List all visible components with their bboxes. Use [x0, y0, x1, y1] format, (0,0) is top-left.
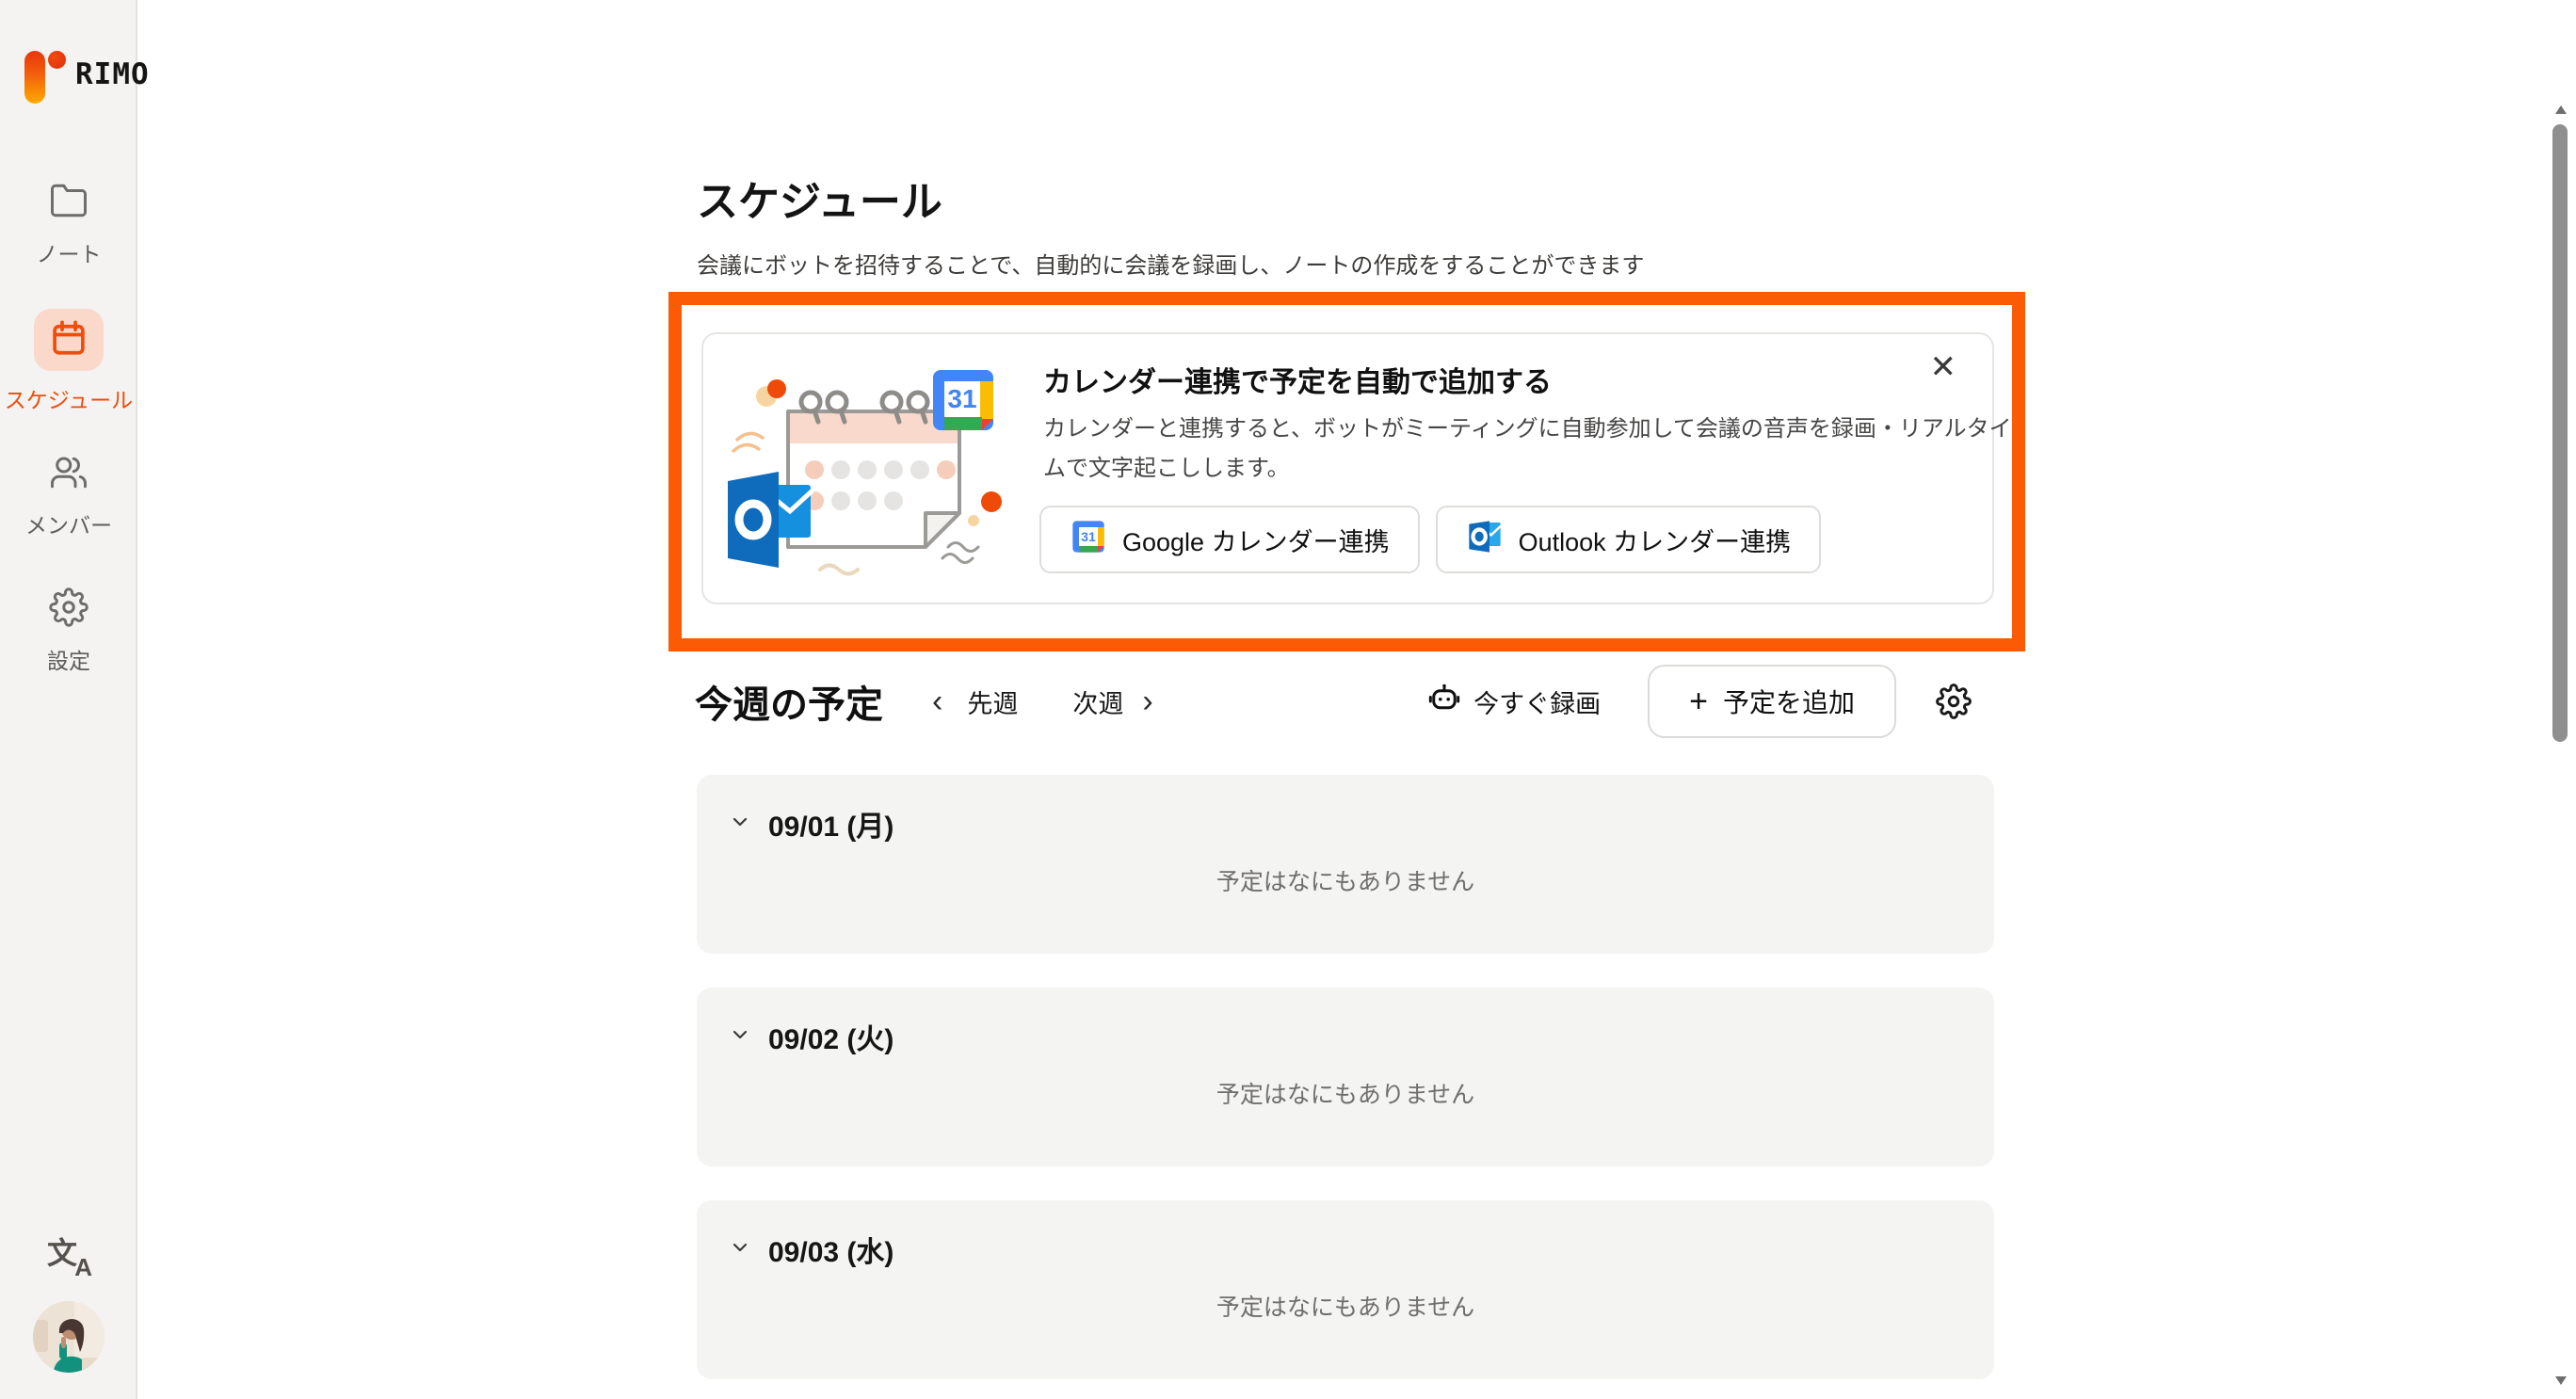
day-card: 09/02 (火) 予定はなにもありません — [697, 988, 1994, 1166]
google-calendar-icon: 31 — [933, 370, 993, 430]
prev-week-link[interactable]: 先週 — [967, 683, 1018, 720]
svg-text:31: 31 — [1081, 530, 1096, 545]
rimo-logo[interactable]: RIMO — [24, 45, 150, 104]
day-card: 09/03 (水) 予定はなにもありません — [697, 1200, 1994, 1379]
close-icon[interactable]: ✕ — [1930, 351, 1957, 383]
record-now-label: 今すぐ録画 — [1473, 683, 1601, 720]
scrollbar-thumb[interactable] — [2552, 124, 2568, 742]
record-now-button[interactable]: 今すぐ録画 — [1427, 682, 1601, 722]
sidebar-item-notes[interactable]: ノート — [0, 181, 137, 268]
avatar — [33, 1301, 105, 1373]
scroll-down-arrow[interactable] — [2555, 1376, 2567, 1385]
sidebar-item-label: ノート — [37, 236, 102, 268]
empty-state-text: 予定はなにもありません — [697, 1076, 1994, 1110]
rimo-logo-icon — [24, 45, 66, 104]
sidebar-item-schedule[interactable]: スケジュール — [0, 309, 137, 414]
svg-text:31: 31 — [947, 384, 976, 413]
banner-buttons: 31 Google カレンダー連携 Outlook カレンダ — [1039, 506, 1821, 573]
calendar-sync-banner-highlight: 31 カレンダー連携で予定を自 — [668, 292, 2025, 651]
google-calendar-icon: 31 — [1070, 518, 1107, 562]
day-card-toggle[interactable]: 09/02 (火) — [697, 988, 1994, 1057]
chevron-down-icon — [729, 811, 751, 838]
robot-icon — [1427, 682, 1461, 722]
calendar-illustration: 31 — [716, 353, 1027, 587]
add-event-button[interactable]: + 予定を追加 — [1648, 665, 1896, 738]
day-card-toggle[interactable]: 09/01 (月) — [697, 775, 1994, 844]
chevron-right-icon[interactable]: › — [1138, 685, 1156, 717]
empty-state-text: 予定はなにもありません — [697, 1289, 1994, 1323]
calendar-sync-card: 31 カレンダー連携で予定を自 — [701, 332, 1994, 604]
schedule-settings-button[interactable] — [1936, 683, 1972, 719]
day-date: 09/01 (月) — [768, 803, 894, 844]
translate-icon: 文 A — [47, 1233, 90, 1277]
day-date: 09/03 (水) — [768, 1229, 894, 1270]
sidebar-item-members[interactable]: メンバー — [0, 452, 137, 539]
users-icon — [49, 452, 89, 496]
outlook-calendar-connect-button[interactable]: Outlook カレンダー連携 — [1436, 506, 1822, 573]
vertical-scrollbar — [2552, 0, 2570, 1399]
week-header-row: 今週の予定 ‹ 先週 次週 › — [695, 661, 1994, 742]
sidebar-item-label: スケジュール — [5, 382, 133, 414]
gear-icon — [49, 587, 89, 632]
sidebar-item-settings[interactable]: 設定 — [0, 587, 137, 675]
day-date: 09/02 (火) — [768, 1016, 894, 1057]
chevron-down-icon — [729, 1236, 751, 1263]
week-actions: 今すぐ録画 + 予定を追加 — [1427, 665, 1994, 738]
folder-icon — [49, 181, 89, 225]
user-avatar[interactable] — [0, 1301, 137, 1373]
sidebar-item-label: 設定 — [47, 643, 90, 675]
day-card: 09/01 (月) 予定はなにもありません — [697, 775, 1994, 954]
schedule-page: RIMO ノート スケジュール — [0, 0, 2576, 1399]
day-card-toggle[interactable]: 09/03 (水) — [697, 1200, 1994, 1270]
empty-state-text: 予定はなにもありません — [697, 863, 1994, 897]
calendar-icon — [49, 318, 89, 362]
banner-description: カレンダーと連携すると、ボットがミーティングに自動参加して会議の音声を録画・リア… — [1043, 410, 2018, 489]
page-subtitle: 会議にボットを招待することで、自動的に会議を録画し、ノートの作成をすることができ… — [697, 247, 1644, 280]
plus-icon: + — [1689, 685, 1708, 717]
next-week-link[interactable]: 次週 — [1072, 683, 1123, 720]
page-title: スケジュール — [697, 168, 942, 228]
add-event-label: 予定を追加 — [1723, 683, 1855, 720]
chevron-left-icon[interactable]: ‹ — [928, 685, 946, 717]
rimo-logo-text: RIMO — [75, 45, 150, 104]
outlook-icon — [1466, 518, 1504, 562]
button-label: Google カレンダー連携 — [1122, 522, 1390, 558]
outlook-icon — [728, 472, 813, 568]
scroll-up-arrow[interactable] — [2555, 105, 2567, 114]
banner-title: カレンダー連携で予定を自動で追加する — [1043, 359, 1552, 400]
week-heading: 今週の予定 — [695, 674, 883, 729]
sidebar: RIMO ノート スケジュール — [0, 0, 137, 1399]
google-calendar-connect-button[interactable]: 31 Google カレンダー連携 — [1039, 506, 1420, 573]
week-navigation: ‹ 先週 次週 › — [928, 683, 1157, 720]
chevron-down-icon — [729, 1023, 751, 1051]
active-pill — [34, 309, 104, 371]
language-switcher[interactable]: 文 A — [0, 1233, 137, 1277]
button-label: Outlook カレンダー連携 — [1519, 522, 1792, 558]
sidebar-item-label: メンバー — [25, 507, 112, 539]
